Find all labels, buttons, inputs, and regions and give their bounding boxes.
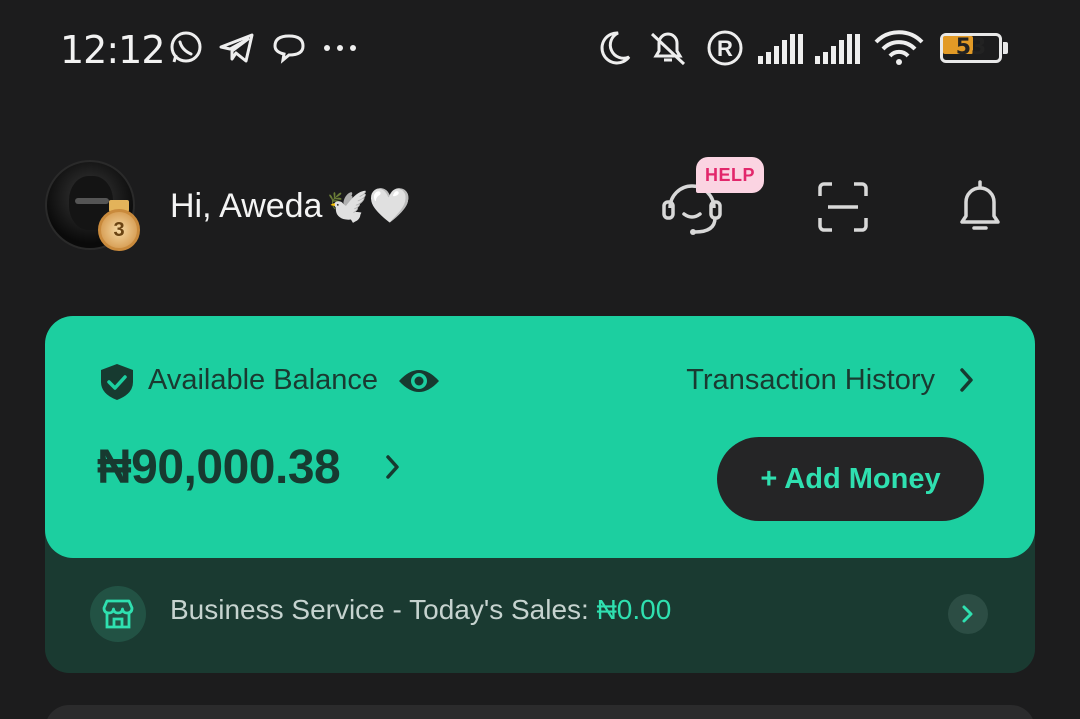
- balance-amount[interactable]: ₦90,000.38: [97, 440, 341, 495]
- greeting-emoji: 🕊️🤍: [326, 187, 412, 225]
- business-service-label: Business Service - Today's Sales:: [170, 594, 597, 625]
- signal-bars-icon: [756, 28, 804, 68]
- battery-icon: 53: [940, 33, 1010, 63]
- scan-icon[interactable]: [816, 180, 870, 234]
- chat-bubble-icon: [270, 28, 308, 68]
- greeting-text: Hi, Aweda: [170, 186, 323, 225]
- next-section-card: [45, 705, 1035, 719]
- medal-badge: 3: [96, 200, 142, 256]
- signal-bars-icon: [813, 28, 861, 68]
- available-balance-label: Available Balance: [148, 364, 379, 396]
- today-sales-amount: ₦0.00: [596, 594, 672, 625]
- more-dots-icon: [322, 28, 358, 68]
- shield-check-icon: [99, 362, 135, 407]
- chevron-right-icon[interactable]: [959, 366, 975, 399]
- muted-bell-icon: [646, 28, 690, 68]
- help-badge[interactable]: HELP: [696, 157, 764, 193]
- business-sales-text: Business Service - Today's Sales: ₦0.00: [170, 594, 671, 626]
- transaction-history-link[interactable]: Transaction History: [686, 364, 935, 397]
- notification-bell-icon[interactable]: [956, 178, 1004, 236]
- business-service-row[interactable]: Business Service - Today's Sales: ₦0.00: [45, 558, 1035, 673]
- chevron-right-icon[interactable]: [948, 594, 988, 634]
- store-icon: [90, 586, 146, 642]
- medal-level: 3: [113, 218, 125, 241]
- wifi-icon: [872, 28, 926, 68]
- telegram-icon: [218, 28, 256, 68]
- moon-icon: [596, 28, 632, 68]
- battery-level: 53: [955, 35, 987, 60]
- greeting: Hi, Aweda 🕊️🤍: [170, 186, 411, 226]
- chevron-right-icon[interactable]: [385, 453, 401, 486]
- svg-text:R: R: [717, 36, 733, 61]
- registered-icon: R: [706, 28, 744, 68]
- whatsapp-icon: [167, 28, 205, 68]
- eye-toggle-icon[interactable]: [397, 364, 441, 403]
- status-bar: 12:12 R 53: [0, 0, 1080, 96]
- status-time: 12:12: [60, 28, 166, 72]
- add-money-button[interactable]: + Add Money: [717, 437, 984, 521]
- balance-card: Available Balance Transaction History ₦9…: [45, 316, 1035, 558]
